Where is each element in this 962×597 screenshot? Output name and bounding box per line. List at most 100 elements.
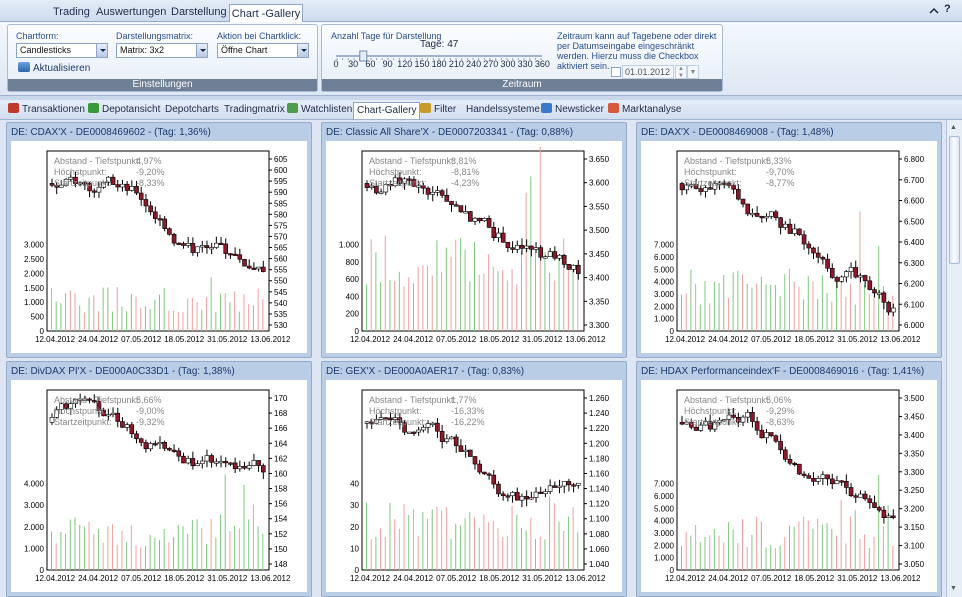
- matrix-select[interactable]: Matrix: 3x2: [116, 43, 208, 58]
- candlestick-chart[interactable]: Abstand - Tiefstpunkt:5,66% Höchstpunkt: -…: [11, 380, 307, 592]
- candle-body: [519, 245, 525, 249]
- candle-body: [472, 456, 478, 465]
- volume-bar: [135, 296, 137, 331]
- chart-body[interactable]: Abstand - Tiefstpunkt: 4,97% Höchstpunkt: -…: [11, 141, 307, 353]
- sub-tab-chart-gallery[interactable]: Chart-Gallery: [353, 102, 421, 119]
- chart-panel[interactable]: DE: GEX'X - DE000A0AER17 - (Tag: 0,83%) A…: [321, 361, 627, 597]
- candle-body: [435, 422, 440, 432]
- date-axis-label: 07.05.2012: [436, 335, 477, 344]
- volume-bar: [784, 273, 786, 331]
- chevron-down-icon[interactable]: [96, 44, 107, 57]
- collapse-ribbon-icon[interactable]: [929, 6, 939, 16]
- volume-bar: [690, 535, 692, 570]
- chevron-down-icon[interactable]: [297, 44, 308, 57]
- date-input[interactable]: 01.01.2012: [622, 65, 674, 79]
- volume-bar: [732, 272, 734, 331]
- candlestick-chart[interactable]: Abstand - Tiefstpunkt:1,77% Höchstpunkt: -…: [326, 380, 622, 592]
- slider-tick-label: 90: [382, 59, 393, 69]
- chart-body[interactable]: Abstand - Tiefstpunkt: 5,06% Höchstpunkt: -…: [641, 380, 937, 592]
- chart-panel[interactable]: DE: DivDAX PI'X - DE000A0C33D1 - (Tag: 1…: [6, 361, 312, 597]
- chartform-select[interactable]: Candlesticks: [16, 43, 108, 58]
- right-axis-label: 1.240: [589, 409, 610, 418]
- candle-body: [571, 264, 576, 270]
- volume-bar: [835, 535, 837, 570]
- candlestick-chart[interactable]: Abstand - Tiefstpunkt:5,06% Höchstpunkt: -…: [641, 380, 937, 592]
- volume-bar: [553, 280, 555, 331]
- left-axis-label: 2.000: [654, 302, 675, 311]
- gallery-scrollbar[interactable]: ▲ ▼: [946, 120, 962, 597]
- sub-tab-filter[interactable]: Filter: [420, 102, 456, 119]
- date-enable-checkbox[interactable]: [611, 67, 621, 77]
- date-dropdown-icon[interactable]: ▼: [687, 65, 699, 79]
- ribbon-tab-darstellung[interactable]: Darstellung: [171, 3, 227, 22]
- candle-body: [143, 442, 149, 450]
- volume-bar: [102, 542, 104, 570]
- right-axis-label: 3.650: [589, 155, 610, 164]
- ribbon-tab-auswertungen[interactable]: Auswertungen: [96, 3, 166, 22]
- scroll-thumb[interactable]: [949, 136, 960, 264]
- volume-bar: [699, 304, 701, 331]
- sub-tab-depotcharts[interactable]: Depotcharts: [165, 102, 219, 119]
- chart-body[interactable]: Abstand - Tiefstpunkt: 5,33% Höchstpunkt: -…: [641, 141, 937, 353]
- right-axis-label: 3.100: [904, 542, 925, 551]
- action-value: Öffne Chart: [221, 45, 268, 55]
- candlestick-chart[interactable]: Abstand - Tiefstpunkt:4,97% Höchstpunkt: -…: [11, 141, 307, 353]
- sub-tab-marktanalyse[interactable]: Marktanalyse: [608, 102, 681, 119]
- candle-body: [138, 438, 144, 443]
- chart-panel[interactable]: DE: HDAX Performanceindex'F - DE00084690…: [636, 361, 942, 597]
- candle-body: [876, 507, 882, 511]
- volume-bar: [793, 281, 795, 331]
- sub-tab-newsticker[interactable]: Newsticker: [541, 102, 604, 119]
- sub-tab-depotansicht[interactable]: Depotansicht: [88, 102, 160, 119]
- slider-tick-label: 0: [333, 59, 339, 69]
- date-axis-label: 31.05.2012: [522, 335, 563, 344]
- volume-bar: [831, 301, 833, 331]
- candle-body: [876, 292, 882, 295]
- ribbon-tab-chart-gallery[interactable]: Chart -Gallery: [229, 4, 303, 23]
- candle-body: [237, 254, 243, 260]
- chart-body[interactable]: Abstand - Tiefstpunkt: 1,77% Höchstpunkt: -…: [326, 380, 622, 592]
- right-axis-label: 545: [274, 288, 288, 297]
- sub-tab-watchlisten[interactable]: Watchlisten: [287, 102, 352, 119]
- candlestick-chart[interactable]: Abstand - Tiefstpunkt:3,81% Höchstpunkt: -…: [326, 141, 622, 353]
- sub-tab-handelssysteme[interactable]: Handelssysteme: [466, 102, 540, 119]
- refresh-button[interactable]: Aktualisieren: [18, 62, 90, 76]
- volume-bar: [864, 284, 866, 331]
- candle-body: [510, 492, 515, 497]
- chart-body[interactable]: Abstand - Tiefstpunkt: 3,81% Höchstpunkt: -…: [326, 141, 622, 353]
- scroll-up-icon[interactable]: ▲: [950, 124, 959, 132]
- right-axis-label: 3.150: [904, 523, 925, 532]
- candle-body: [256, 460, 261, 466]
- ribbon-tab-trading[interactable]: Trading: [53, 3, 90, 22]
- chart-body[interactable]: Abstand - Tiefstpunkt: 5,66% Höchstpunkt: -…: [11, 380, 307, 592]
- right-axis-label: 585: [274, 199, 288, 208]
- right-axis-label: 1.220: [589, 424, 610, 433]
- volume-bar: [727, 522, 729, 570]
- candle-body: [740, 198, 746, 205]
- candle-body: [482, 218, 487, 221]
- candlestick-chart[interactable]: Abstand - Tiefstpunkt:5,33% Höchstpunkt: -…: [641, 141, 937, 353]
- volume-bar: [737, 270, 739, 331]
- right-axis-label: 560: [274, 255, 288, 264]
- chart-panel[interactable]: DE: DAX'X - DE0008469008 - (Tag: 1,48%) A…: [636, 122, 942, 358]
- right-axis-label: 6.600: [904, 197, 925, 206]
- chart-panel[interactable]: DE: CDAX'X - DE0008469602 - (Tag: 1,36%)…: [6, 122, 312, 358]
- candle-body: [120, 183, 125, 188]
- right-axis-label: 1.200: [589, 439, 610, 448]
- volume-bar: [191, 297, 193, 331]
- action-select[interactable]: Öffne Chart: [217, 43, 309, 58]
- date-axis-label: 07.05.2012: [121, 335, 162, 344]
- sub-tab-tradingmatrix[interactable]: Tradingmatrix: [224, 102, 285, 119]
- date-spinner[interactable]: ▲ ▼: [675, 65, 687, 79]
- candle-body: [458, 205, 464, 213]
- date-axis-label: 24.04.2012: [78, 335, 119, 344]
- left-axis-label: 4.000: [654, 278, 675, 287]
- sub-tab-transaktionen[interactable]: Transaktionen: [8, 102, 85, 119]
- chart-panel[interactable]: DE: Classic All Share'X - DE0007203341 -…: [321, 122, 627, 358]
- chevron-down-icon[interactable]: [196, 44, 207, 57]
- left-axis-label: 3.000: [654, 529, 675, 538]
- scroll-down-icon[interactable]: ▼: [950, 585, 959, 593]
- help-button[interactable]: ?: [944, 3, 956, 17]
- candle-body: [740, 416, 746, 423]
- candle-body: [561, 254, 567, 265]
